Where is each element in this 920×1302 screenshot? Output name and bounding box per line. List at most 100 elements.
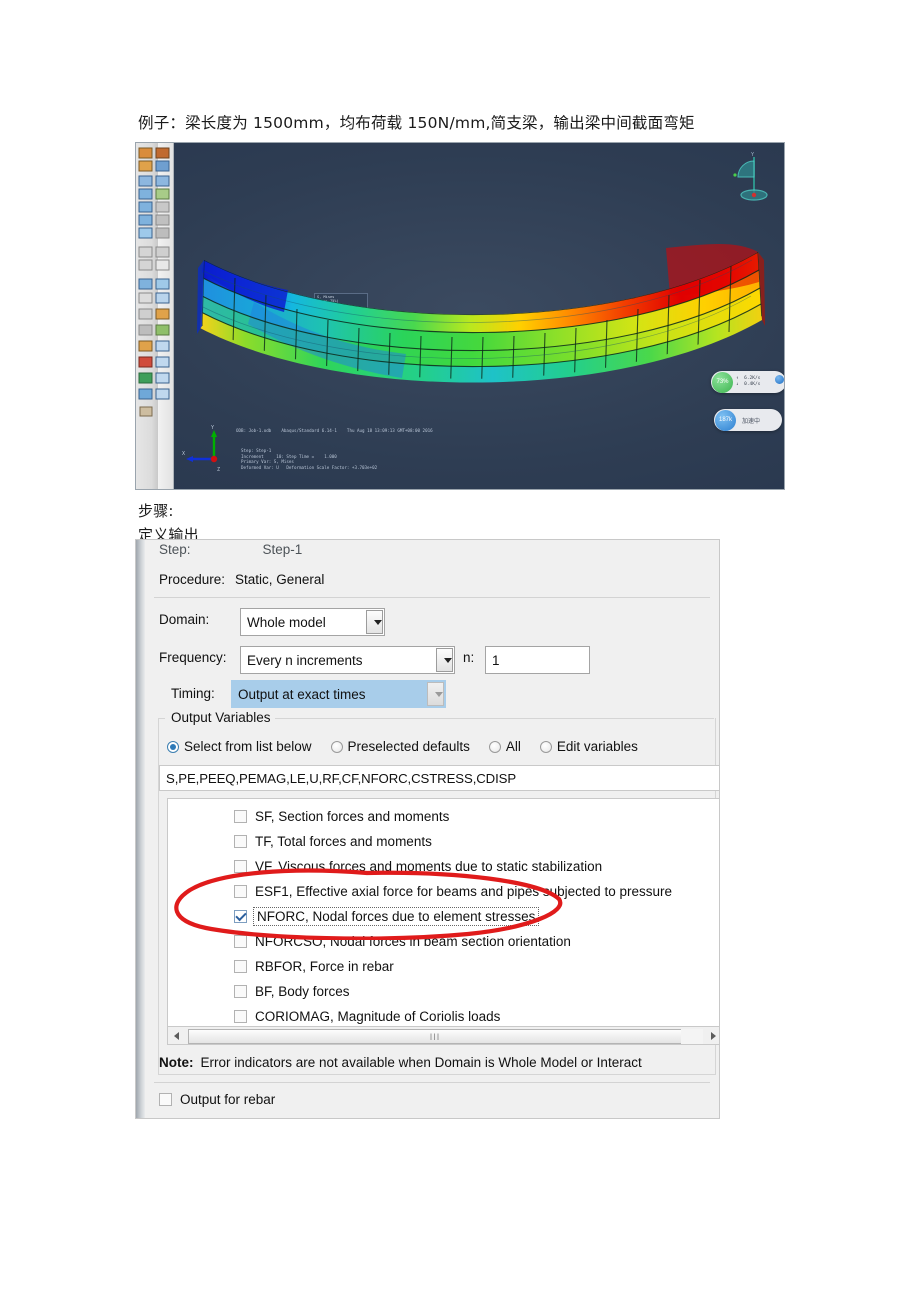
abaqus-viewport[interactable]: S, Mises (Avg: 75%) +3.37e+03 +3.11e+03 …	[136, 143, 784, 489]
chevron-down-icon[interactable]	[427, 682, 444, 706]
list-item[interactable]: ESF1, Effective axial force for beams an…	[234, 884, 672, 899]
note-row: Note: Error indicators are not available…	[159, 1055, 642, 1070]
edit-field-output-request-dialog[interactable]: Step: Step-1 Procedure: Static, General …	[136, 540, 719, 1118]
checkbox-nforcso[interactable]	[234, 935, 247, 948]
group-border-right	[275, 718, 714, 719]
step-value: Step-1	[262, 542, 303, 557]
chevron-down-icon[interactable]	[366, 610, 383, 634]
boost-label: 加速中	[742, 417, 761, 425]
list-item[interactable]: TF, Total forces and moments	[234, 834, 432, 849]
boost-orb: 187k	[715, 409, 736, 431]
note-key: Note:	[159, 1055, 194, 1070]
timing-label: Timing:	[171, 686, 215, 701]
svg-text:Y: Y	[211, 425, 214, 431]
list-item-label: CORIOMAG, Magnitude of Coriolis loads	[255, 1009, 501, 1024]
output-for-rebar-row[interactable]: Output for rebar	[159, 1092, 275, 1107]
list-item[interactable]: NFORC, Nodal forces due to element stres…	[234, 907, 540, 926]
n-input[interactable]: 1	[485, 646, 590, 674]
radio-preselected-defaults[interactable]	[330, 740, 343, 753]
checkbox-vf[interactable]	[234, 860, 247, 873]
view-orientation-triad-icon: Y	[733, 152, 768, 201]
dialog-left-edge	[136, 540, 145, 1118]
scroll-left-icon[interactable]	[168, 1027, 185, 1044]
document-page: 例子：梁长度为 1500mm，均布荷载 150N/mm,简支梁，输出梁中间截面弯…	[0, 0, 920, 1302]
group-border-left	[158, 718, 165, 719]
list-item-label: RBFOR, Force in rebar	[255, 959, 394, 974]
svg-text:Z: Z	[217, 467, 220, 473]
chevron-down-icon[interactable]	[436, 648, 453, 672]
domain-label: Domain:	[159, 612, 210, 627]
listbox-horizontal-scrollbar[interactable]: III	[167, 1026, 719, 1045]
timing-selected-value: Output at exact times	[238, 686, 366, 702]
radio-label-all: All	[505, 739, 521, 754]
step-info-text: Step: Step-1 Increment 10: Step Time = 1…	[241, 448, 378, 470]
checkbox-tf[interactable]	[234, 835, 247, 848]
list-item[interactable]: CORIOMAG, Magnitude of Coriolis loads	[234, 1009, 500, 1024]
domain-dropdown[interactable]: Whole model	[240, 608, 385, 636]
network-speed-values: ↑ 6.2K/s ↓ 0.4K/s	[736, 376, 760, 388]
checkbox-esf1[interactable]	[234, 885, 247, 898]
list-item[interactable]: SF, Section forces and moments	[234, 809, 449, 824]
checkbox-coriomag[interactable]	[234, 1010, 247, 1023]
list-item-label: BF, Body forces	[255, 984, 350, 999]
step-key: Step:	[159, 542, 191, 557]
dialog-body: Step: Step-1 Procedure: Static, General …	[145, 540, 719, 1118]
output-variables-listbox[interactable]: SF, Section forces and moments TF, Total…	[167, 798, 719, 1028]
note-text: Error indicators are not available when …	[200, 1055, 642, 1070]
list-item-label: VF, Viscous forces and moments due to st…	[255, 859, 603, 874]
output-variables-title: Output Variables	[167, 710, 275, 725]
list-item[interactable]: RBFOR, Force in rebar	[234, 959, 394, 974]
frequency-selected-value: Every n increments	[247, 652, 363, 668]
steps-heading: 步骤:	[138, 502, 174, 520]
network-download-value: ↓ 0.4K/s	[736, 382, 761, 387]
n-label: n:	[463, 650, 475, 665]
checkbox-output-for-rebar[interactable]	[159, 1093, 172, 1106]
toolbar-icon-group	[138, 147, 170, 417]
n-input-value: 1	[492, 652, 500, 668]
checkbox-rbfor[interactable]	[234, 960, 247, 973]
radio-label-preselected-defaults: Preselected defaults	[347, 739, 470, 754]
frequency-label: Frequency:	[159, 650, 227, 665]
list-item-label: SF, Section forces and moments	[255, 809, 450, 824]
boost-widget[interactable]: 187k 加速中	[714, 409, 782, 431]
list-item-label: TF, Total forces and moments	[255, 834, 432, 849]
widget-badge-icon[interactable]	[775, 375, 784, 384]
network-usage-orb: 73%	[712, 371, 733, 393]
procedure-key: Procedure:	[159, 572, 226, 587]
divider	[154, 1082, 710, 1083]
list-item-label: ESF1, Effective axial force for beams an…	[255, 884, 672, 899]
scrollbar-track-right[interactable]	[681, 1029, 703, 1044]
beam-mesh-model	[196, 238, 766, 458]
procedure-row: Procedure: Static, General	[159, 572, 324, 587]
odb-info-text: ODB: Job-1.odb Abaqus/Standard 6.14-1 Th…	[236, 428, 433, 433]
checkbox-sf[interactable]	[234, 810, 247, 823]
svg-text:X: X	[182, 451, 185, 457]
radio-label-edit-variables: Edit variables	[556, 739, 638, 754]
frequency-dropdown[interactable]: Every n increments	[240, 646, 455, 674]
output-for-rebar-label: Output for rebar	[180, 1092, 276, 1107]
network-speed-widget[interactable]: 73% ↑ 6.2K/s ↓ 0.4K/s	[711, 371, 784, 393]
scrollbar-thumb[interactable]: III	[188, 1029, 682, 1044]
list-item-label: NFORCSO, Nodal forces in beam section or…	[255, 934, 571, 949]
network-upload-value: ↑ 6.2K/s	[736, 376, 761, 381]
step-row: Step: Step-1	[159, 542, 302, 557]
list-item[interactable]: VF, Viscous forces and moments due to st…	[234, 859, 602, 874]
output-variables-radio-group: Select from list below Preselected defau…	[167, 739, 652, 754]
axis-triad: Y X Z	[182, 425, 220, 473]
radio-label-select-from-list: Select from list below	[184, 739, 312, 754]
procedure-value: Static, General	[235, 572, 325, 587]
checkbox-bf[interactable]	[234, 985, 247, 998]
list-item[interactable]: NFORCSO, Nodal forces in beam section or…	[234, 934, 571, 949]
variable-string-field[interactable]: S,PE,PEEQ,PEMAG,LE,U,RF,CF,NFORC,CSTRESS…	[159, 765, 719, 791]
example-caption: 例子：梁长度为 1500mm，均布荷载 150N/mm,简支梁，输出梁中间截面弯…	[138, 114, 695, 132]
radio-all[interactable]	[488, 740, 501, 753]
radio-select-from-list[interactable]	[167, 740, 179, 753]
scroll-right-icon[interactable]	[705, 1027, 719, 1044]
variable-string-value: S,PE,PEEQ,PEMAG,LE,U,RF,CF,NFORC,CSTRESS…	[166, 770, 517, 786]
list-item[interactable]: BF, Body forces	[234, 984, 350, 999]
checkbox-nforc[interactable]	[234, 910, 247, 923]
svg-text:Y: Y	[751, 152, 754, 158]
list-item-label: NFORC, Nodal forces due to element stres…	[252, 907, 540, 926]
radio-edit-variables[interactable]	[539, 740, 552, 753]
timing-dropdown[interactable]: Output at exact times	[231, 680, 446, 708]
